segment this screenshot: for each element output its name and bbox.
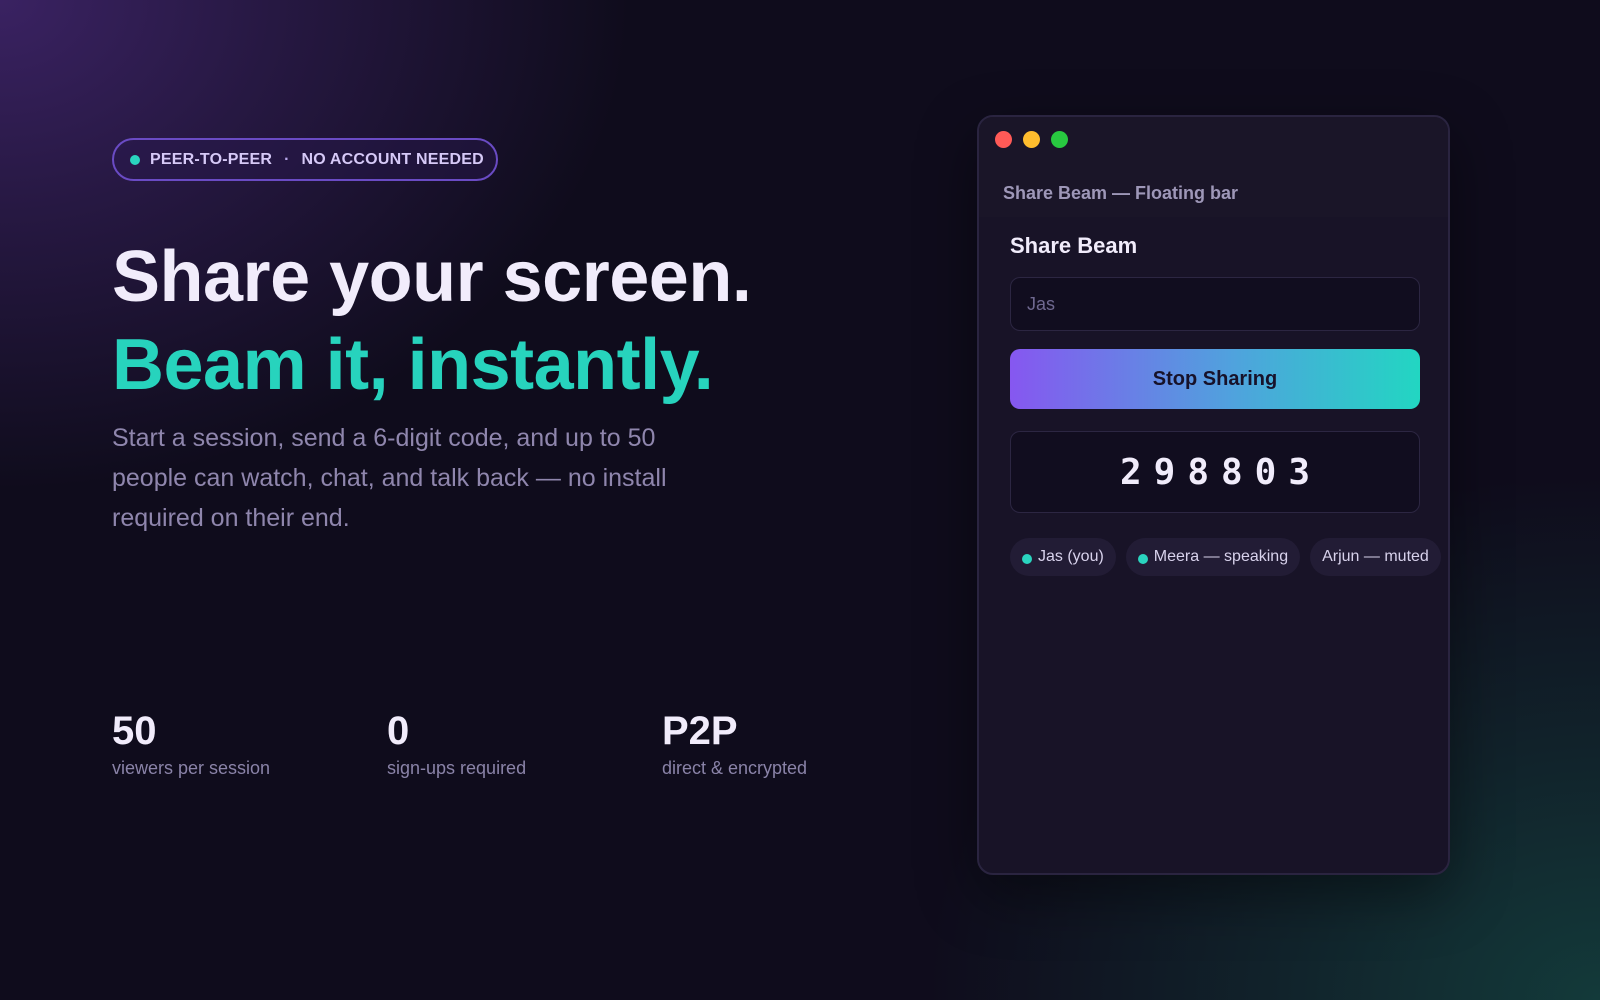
maximize-window-icon[interactable]: [1051, 131, 1068, 148]
participant-label: Meera — speaking: [1153, 548, 1289, 565]
feature-badge: PEER-TO-PEER · NO ACCOUNT NEEDED: [112, 138, 498, 181]
participant-label: Jas (you): [1038, 548, 1104, 565]
participant-chip[interactable]: Arjun — muted: [1310, 538, 1441, 576]
minimize-window-icon[interactable]: [1023, 131, 1040, 148]
panel-title: Share Beam: [1010, 233, 1138, 258]
stat-value: 0: [387, 709, 410, 753]
window-controls: [995, 131, 1068, 148]
stop-sharing-button[interactable]: Stop Sharing: [1010, 349, 1420, 409]
stat-value: P2P: [662, 709, 738, 753]
stat-label: viewers per session: [112, 758, 271, 778]
participant-chip[interactable]: Meera — speaking: [1125, 538, 1301, 576]
stat-viewers: 50 viewers per session: [112, 708, 270, 779]
headline-accent: Beam it, instantly.: [112, 325, 714, 405]
close-window-icon[interactable]: [995, 131, 1012, 148]
display-name-input[interactable]: [1010, 277, 1420, 331]
window-titlebar[interactable]: Share Beam — Floating bar: [979, 117, 1448, 217]
participant-list: Jas (you) Meera — speaking Arjun — muted: [1010, 538, 1441, 576]
headline: Share your screen.: [112, 237, 752, 317]
floating-bar-window: Share Beam — Floating bar Share Beam Sto…: [977, 115, 1450, 875]
status-dot-icon: [130, 154, 140, 165]
badge-label-p2p: PEER-TO-PEER: [150, 150, 273, 168]
window-title: Share Beam — Floating bar: [1003, 183, 1239, 203]
participant-chip[interactable]: Jas (you): [1010, 538, 1116, 576]
stat-label: direct & encrypted: [662, 758, 808, 778]
badge-label-no-account: NO ACCOUNT NEEDED: [301, 150, 484, 168]
active-status-icon: [1022, 554, 1032, 564]
badge-separator: ·: [284, 150, 290, 168]
stat-label: sign-ups required: [387, 758, 527, 778]
stat-signups: 0 sign-ups required: [387, 708, 526, 779]
stat-value: 50: [112, 709, 157, 753]
active-status-icon: [1137, 554, 1148, 564]
participant-label: Arjun — muted: [1322, 548, 1429, 565]
stat-p2p: P2P direct & encrypted: [662, 708, 807, 779]
hero-subtitle: Start a session, send a 6-digit code, an…: [112, 424, 667, 532]
session-code: 298803: [1119, 451, 1323, 493]
session-code-display: 298803: [1010, 431, 1420, 513]
